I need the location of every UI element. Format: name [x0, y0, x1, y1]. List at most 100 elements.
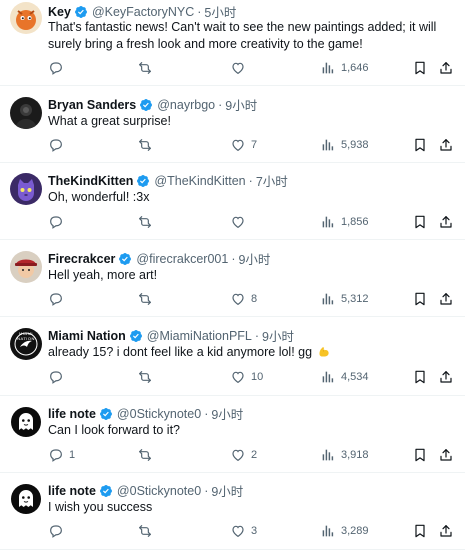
retweet-button[interactable]	[137, 447, 158, 463]
reply-icon	[48, 369, 64, 385]
tweet[interactable]: life note @0Stickynote0 · 9小时 Can I look fo…	[0, 396, 465, 473]
retweet-button[interactable]	[137, 291, 158, 307]
author-handle[interactable]: @nayrbgo	[157, 98, 215, 112]
avatar[interactable]	[10, 406, 42, 438]
reply-button[interactable]	[48, 214, 69, 230]
share-button[interactable]	[438, 137, 454, 153]
reply-button[interactable]: 1	[48, 447, 75, 463]
share-button[interactable]	[438, 369, 454, 385]
reply-button[interactable]	[48, 137, 69, 153]
like-button[interactable]: 10	[230, 369, 263, 385]
retweet-icon	[137, 369, 153, 385]
avatar[interactable]	[10, 2, 42, 34]
tweet[interactable]: TheKindKitten @TheKindKitten · 7小时 Oh, wond…	[0, 163, 465, 240]
like-icon	[230, 60, 246, 76]
author-handle[interactable]: @0Stickynote0	[117, 407, 201, 421]
tweet-text-content: Hell yeah, more art!	[48, 268, 158, 282]
separator-dot: ·	[254, 328, 260, 343]
views-button[interactable]: 4,534	[320, 369, 369, 385]
author-name[interactable]: TheKindKitten	[48, 174, 133, 188]
bookmark-icon	[412, 523, 428, 539]
share-icon	[438, 369, 454, 385]
avatar[interactable]	[10, 97, 42, 129]
bookmark-button[interactable]	[412, 523, 428, 539]
avatar[interactable]	[10, 483, 42, 515]
bookmark-button[interactable]	[412, 60, 428, 76]
tweet-text-content: already 15? i dont feel like a kid anymo…	[48, 345, 313, 359]
tweet-actions: 1,856	[40, 214, 457, 232]
author-handle[interactable]: @KeyFactoryNYC	[92, 5, 194, 19]
tweet[interactable]: Firecrakcer @firecrakcer001 · 9小时 Hell yeah…	[0, 240, 465, 317]
bookmark-button[interactable]	[412, 291, 428, 307]
bookmark-button[interactable]	[412, 369, 428, 385]
timestamp[interactable]: 9小时	[262, 326, 294, 345]
views-button[interactable]: 1,856	[320, 214, 369, 230]
share-icon	[438, 523, 454, 539]
like-button[interactable]: 7	[230, 137, 257, 153]
like-button[interactable]: 2	[230, 447, 257, 463]
tweet[interactable]: Key @KeyFactoryNYC · 5小时 That's fantastic n…	[0, 0, 465, 86]
views-button[interactable]: 3,918	[320, 447, 369, 463]
views-icon	[320, 214, 336, 230]
retweet-button[interactable]	[137, 523, 158, 539]
like-icon	[230, 447, 246, 463]
tweet[interactable]: Bryan Sanders @nayrbgo · 9小时 What a great s…	[0, 86, 465, 163]
verified-badge-icon	[99, 407, 113, 421]
timestamp[interactable]: 9小时	[238, 249, 270, 268]
like-button[interactable]: 8	[230, 291, 257, 307]
author-name[interactable]: life note	[48, 484, 96, 498]
flexed-biceps-emoji-icon	[312, 345, 330, 359]
verified-badge-icon	[99, 484, 113, 498]
bookmark-icon	[412, 291, 428, 307]
reply-button[interactable]	[48, 523, 69, 539]
bookmark-button[interactable]	[412, 447, 428, 463]
share-button[interactable]	[438, 447, 454, 463]
share-button[interactable]	[438, 214, 454, 230]
retweet-button[interactable]	[137, 137, 158, 153]
timestamp[interactable]: 9小时	[211, 404, 243, 423]
author-name[interactable]: Miami Nation	[48, 329, 126, 343]
reply-icon	[48, 291, 64, 307]
tweet-actions: 10 4,534	[40, 369, 457, 387]
tweet-text-content: That's fantastic news! Can't wait to see…	[48, 20, 437, 51]
avatar[interactable]: MIAMI NATION	[10, 328, 42, 360]
reply-button[interactable]	[48, 369, 69, 385]
author-handle[interactable]: @TheKindKitten	[154, 174, 245, 188]
tweet-text-content: Can I look forward to it?	[48, 423, 181, 437]
timestamp[interactable]: 7小时	[256, 171, 288, 190]
tweet[interactable]: MIAMI NATION Miami Nation @MiamiNationPFL…	[0, 317, 465, 396]
share-button[interactable]	[438, 60, 454, 76]
views-button[interactable]: 5,312	[320, 291, 369, 307]
like-button[interactable]	[230, 214, 251, 230]
verified-badge-icon	[74, 5, 88, 19]
tweet[interactable]: life note @0Stickynote0 · 9小时 I wish you su…	[0, 473, 465, 550]
avatar[interactable]	[10, 251, 42, 283]
share-icon	[438, 214, 454, 230]
author-handle[interactable]: @MiamiNationPFL	[147, 329, 252, 343]
views-button[interactable]: 5,938	[320, 137, 369, 153]
bookmark-button[interactable]	[412, 214, 428, 230]
author-name[interactable]: Firecrakcer	[48, 252, 115, 266]
like-button[interactable]	[230, 60, 251, 76]
author-handle[interactable]: @firecrakcer001	[136, 252, 228, 266]
retweet-button[interactable]	[137, 60, 158, 76]
like-button[interactable]: 3	[230, 523, 257, 539]
reply-button[interactable]	[48, 291, 69, 307]
views-button[interactable]: 3,289	[320, 523, 369, 539]
retweet-button[interactable]	[137, 369, 158, 385]
share-icon	[438, 137, 454, 153]
views-button[interactable]: 1,646	[320, 60, 369, 76]
author-name[interactable]: Bryan Sanders	[48, 98, 136, 112]
timestamp[interactable]: 9小时	[211, 481, 243, 500]
author-name[interactable]: life note	[48, 407, 96, 421]
retweet-button[interactable]	[137, 214, 158, 230]
share-button[interactable]	[438, 291, 454, 307]
bookmark-button[interactable]	[412, 137, 428, 153]
views-count: 3,918	[341, 449, 369, 461]
author-handle[interactable]: @0Stickynote0	[117, 484, 201, 498]
reply-button[interactable]	[48, 60, 69, 76]
share-button[interactable]	[438, 523, 454, 539]
avatar[interactable]	[10, 173, 42, 205]
timestamp[interactable]: 9小时	[225, 95, 257, 114]
author-name[interactable]: Key	[48, 5, 71, 19]
